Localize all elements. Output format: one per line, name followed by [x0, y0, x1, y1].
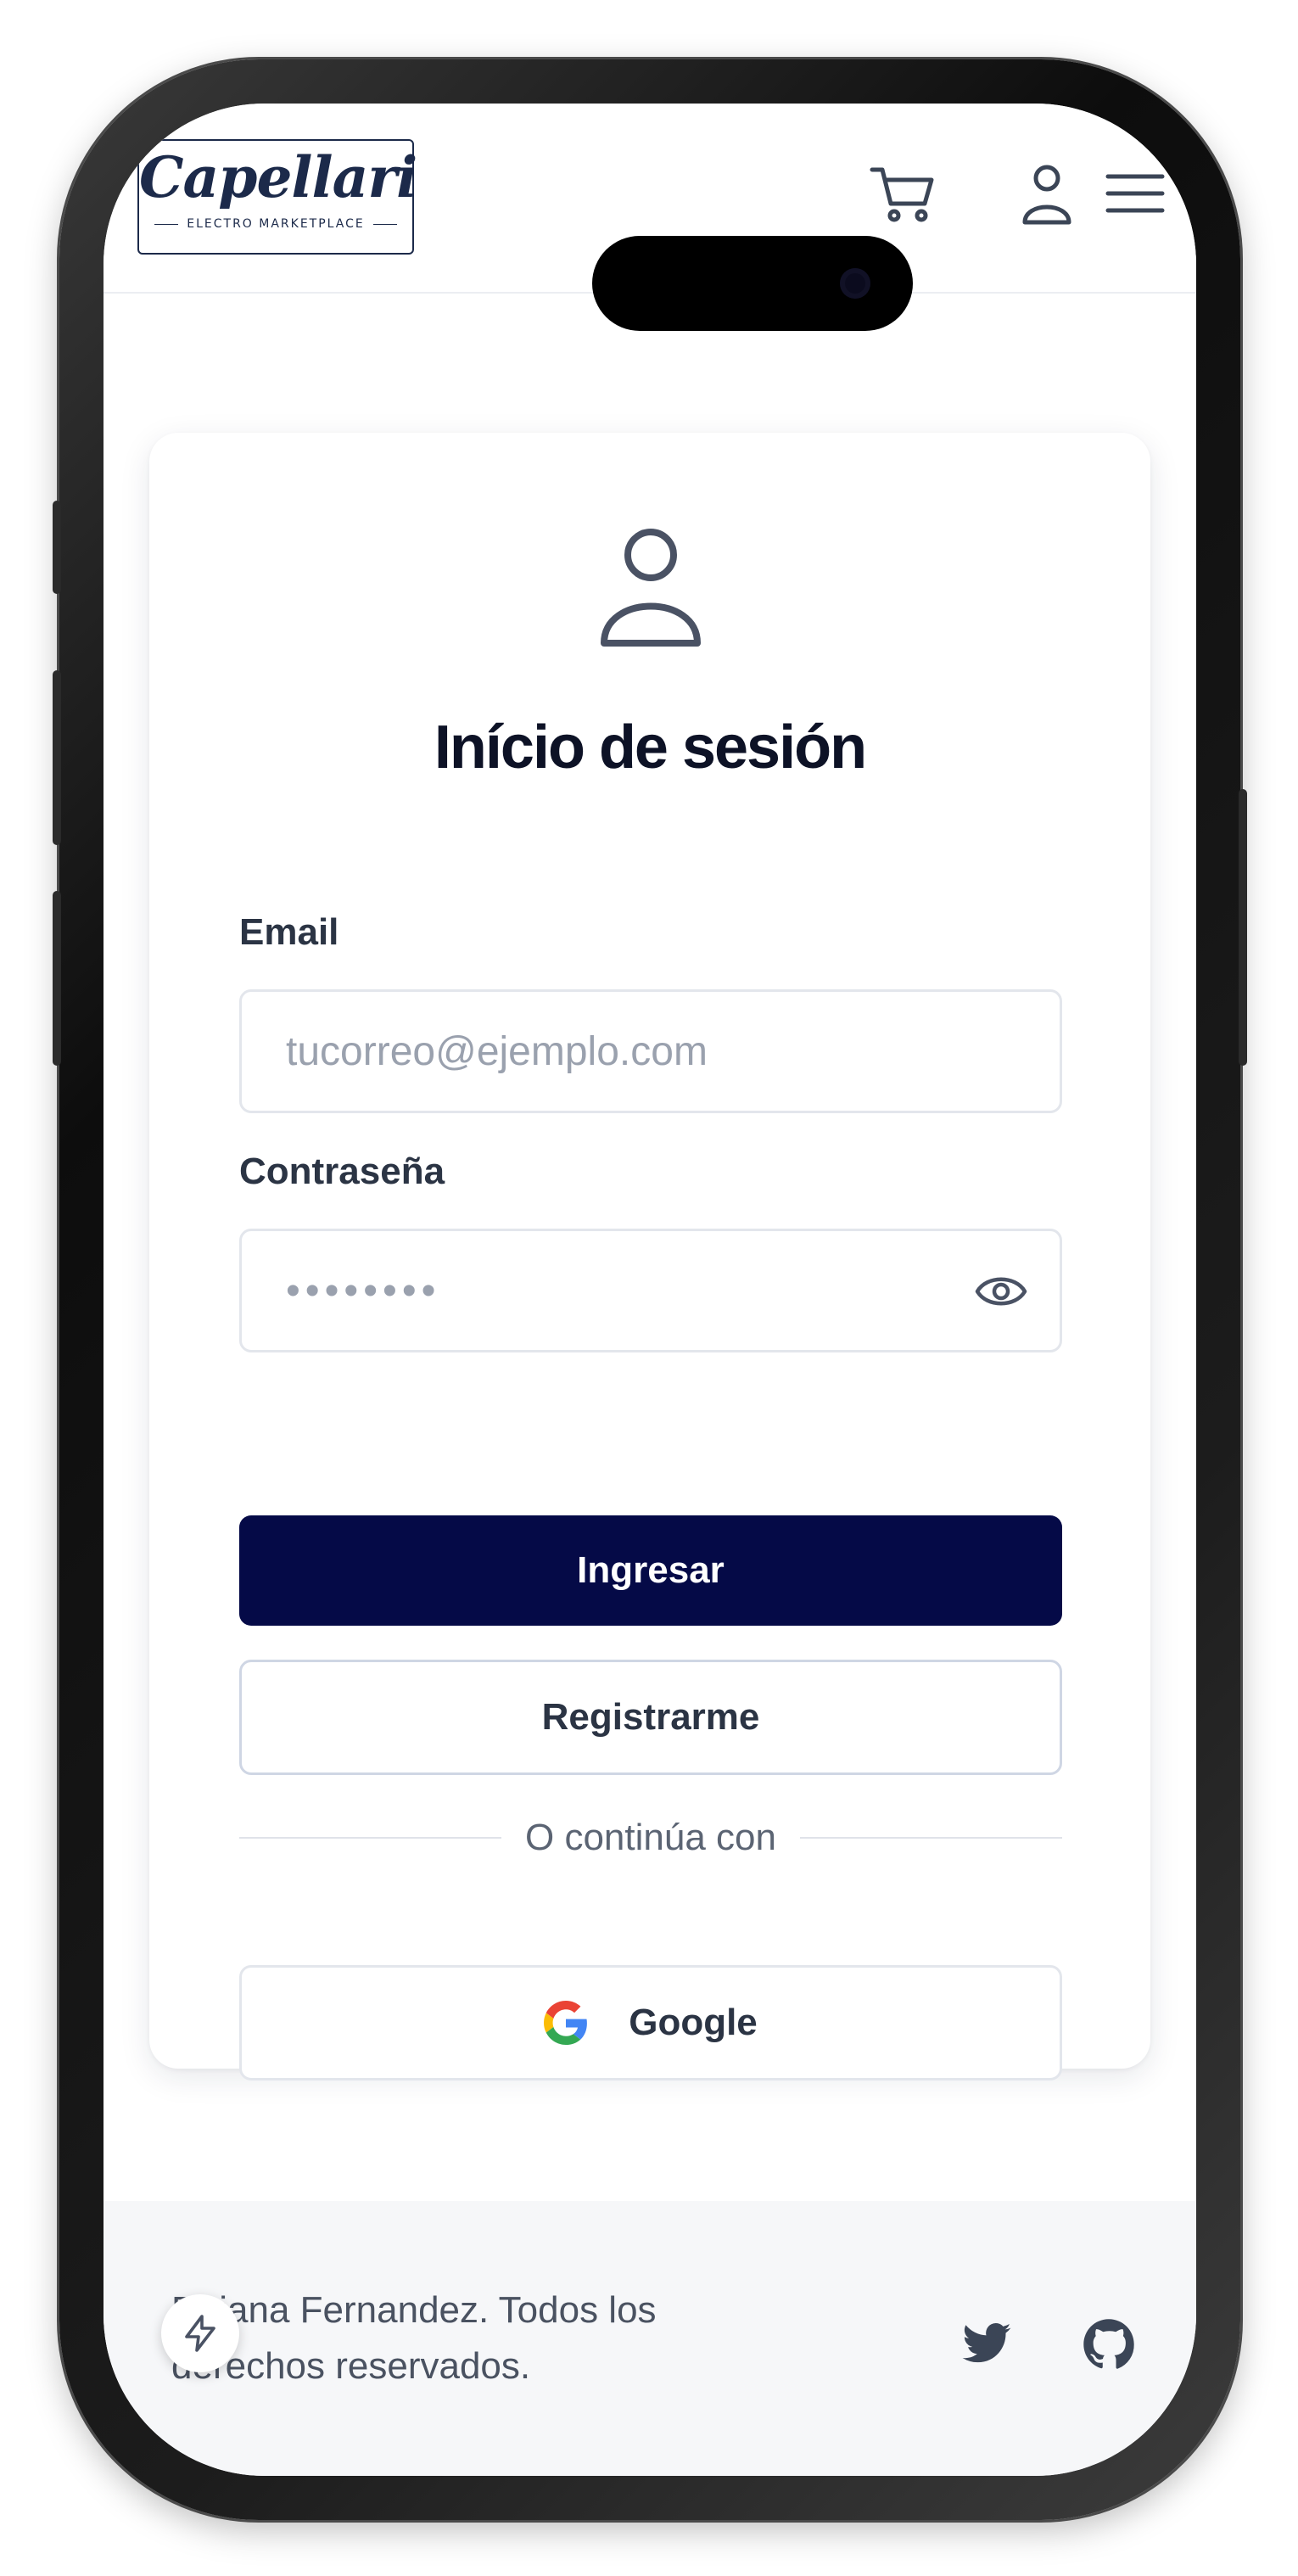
github-icon[interactable]	[1083, 2318, 1135, 2371]
brand-logo[interactable]: Capellari ELECTRO MARKETPLACE	[137, 139, 417, 255]
user-icon[interactable]	[1011, 158, 1083, 229]
phone-screen: Capellari ELECTRO MARKETPLACE Início de …	[104, 104, 1196, 2476]
email-input[interactable]	[286, 992, 948, 1111]
login-button[interactable]: Ingresar	[239, 1515, 1062, 1626]
copyright-text: Daiana Fernandez. Todos los derechos res…	[171, 2289, 657, 2387]
volume-up-button	[53, 670, 61, 845]
google-label: Google	[629, 2002, 758, 2043]
logo-tagline: ELECTRO MARKETPLACE	[139, 217, 412, 231]
password-label: Contraseña	[239, 1151, 445, 1192]
site-footer: Daiana Fernandez. Todos los derechos res…	[104, 2201, 1196, 2476]
user-avatar-icon	[601, 529, 701, 647]
password-field[interactable]	[239, 1229, 1062, 1352]
divider-line-right	[799, 1837, 1062, 1839]
cart-icon[interactable]	[867, 158, 938, 229]
lightning-icon	[185, 2315, 215, 2352]
google-icon	[544, 2001, 588, 2045]
password-input[interactable]	[286, 1231, 948, 1350]
divider-text: O continúa con	[525, 1817, 776, 1858]
action-button	[53, 501, 61, 594]
power-button	[1239, 789, 1247, 1066]
google-signin-button[interactable]: Google	[239, 1965, 1062, 2080]
login-card: Início de sesión Email Contraseña Ingres…	[149, 433, 1150, 2080]
quick-action-button[interactable]	[161, 2294, 239, 2372]
divider-line-left	[239, 1837, 502, 1839]
email-label: Email	[239, 911, 339, 953]
dynamic-island	[592, 236, 913, 331]
page-title: Início de sesión	[434, 714, 867, 781]
or-divider: O continúa con	[239, 1812, 1062, 1863]
twitter-icon[interactable]	[960, 2318, 1013, 2371]
register-button[interactable]: Registrarme	[239, 1660, 1062, 1775]
volume-down-button	[53, 891, 61, 1066]
eye-icon[interactable]	[975, 1270, 1027, 1313]
logo-name: Capellari	[139, 144, 417, 210]
menu-icon[interactable]	[1099, 158, 1171, 229]
email-field[interactable]	[239, 989, 1062, 1113]
